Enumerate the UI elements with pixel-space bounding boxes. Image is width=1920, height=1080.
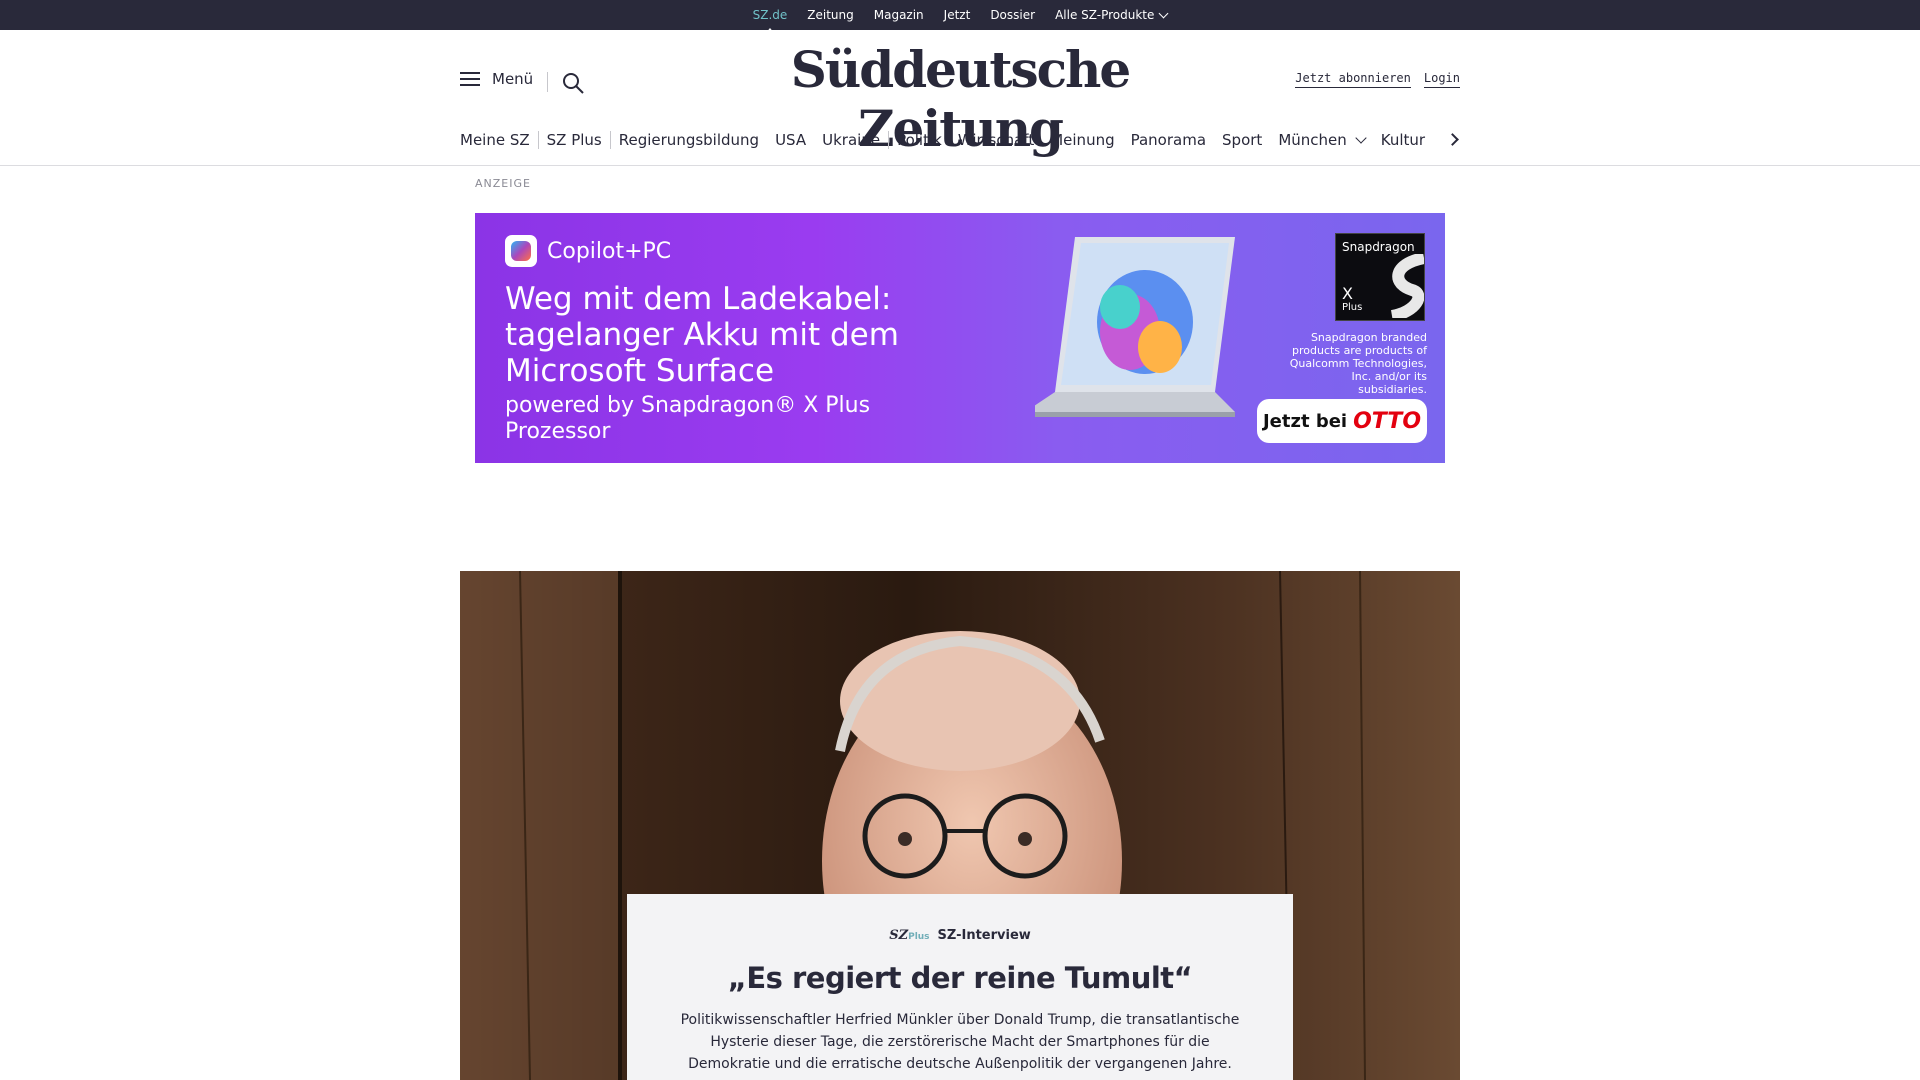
sz-plus-badge-brand: SZ xyxy=(889,928,909,943)
section-sz-plus[interactable]: SZ Plus xyxy=(539,131,610,149)
product-link-jetzt[interactable]: Jetzt xyxy=(944,8,971,22)
laptop-image xyxy=(1035,237,1235,417)
otto-cta-prefix: Jetzt bei xyxy=(1262,410,1348,432)
snapdragon-disclaimer: Snapdragon branded products are products… xyxy=(1289,331,1427,396)
snapdragon-logo-icon xyxy=(1390,254,1424,318)
snapdragon-plus: Plus xyxy=(1342,302,1363,313)
snapdragon-title: Snapdragon xyxy=(1342,240,1415,254)
ad-brand: Copilot+PC xyxy=(505,235,671,267)
menu-label: Menü xyxy=(492,70,534,88)
product-nav: SZ.de Zeitung Magazin Jetzt Dossier Alle… xyxy=(0,0,1920,34)
section-wirtschaft[interactable]: Wirtschaft xyxy=(950,131,1042,149)
section-sport[interactable]: Sport xyxy=(1214,131,1270,149)
otto-cta-button[interactable]: Jetzt bei OTTO xyxy=(1257,399,1427,443)
section-politik[interactable]: Politik xyxy=(889,131,950,149)
article-kicker-label: SZ-Interview xyxy=(937,928,1031,943)
ad-subline: powered by Snapdragon® X Plus Prozessor xyxy=(505,393,871,444)
section-meine-sz[interactable]: Meine SZ xyxy=(460,131,538,149)
all-products-dropdown[interactable]: Alle SZ-Produkte xyxy=(1055,8,1169,22)
chevron-right-icon[interactable] xyxy=(1446,131,1464,149)
article-teaser-card[interactable]: SZPlus SZ-Interview „Es regiert der rein… xyxy=(627,894,1293,1080)
account-links: Jetzt abonnieren Login xyxy=(1295,71,1460,88)
hamburger-icon xyxy=(460,71,480,87)
header-divider-line xyxy=(0,165,1920,166)
article-headline[interactable]: „Es regiert der reine Tumult“ xyxy=(627,961,1293,995)
header-divider xyxy=(547,72,548,92)
otto-logo: OTTO xyxy=(1353,408,1422,434)
sz-plus-badge-plus: Plus xyxy=(908,932,930,942)
section-kultur[interactable]: Kultur xyxy=(1373,131,1433,149)
ad-brand-label: Copilot+PC xyxy=(547,238,672,264)
section-regierungsbildung[interactable]: Regierungsbildung xyxy=(611,131,767,149)
copilot-icon xyxy=(505,235,537,267)
article-teaser-text: Politikwissenschaftler Herfried Münkler … xyxy=(680,1012,1240,1072)
ad-headline: Weg mit dem Ladekabel: tagelanger Akku m… xyxy=(505,281,899,389)
product-link-magazin[interactable]: Magazin xyxy=(874,8,924,22)
snapdragon-badge: Snapdragon X Plus xyxy=(1335,233,1425,321)
product-link-szde[interactable]: SZ.de xyxy=(753,8,787,34)
subscribe-link[interactable]: Jetzt abonnieren xyxy=(1295,71,1411,88)
chevron-down-icon xyxy=(1158,8,1169,19)
top-product-bar: SZ.de Zeitung Magazin Jetzt Dossier Alle… xyxy=(0,0,1920,34)
section-nav: Meine SZ SZ Plus Regierungsbildung USA U… xyxy=(460,129,1460,151)
section-panorama[interactable]: Panorama xyxy=(1123,131,1214,149)
product-link-zeitung[interactable]: Zeitung xyxy=(807,8,853,22)
menu-button[interactable]: Menü xyxy=(460,70,533,88)
section-usa[interactable]: USA xyxy=(767,131,814,149)
article-kicker: SZPlus SZ-Interview xyxy=(627,928,1293,943)
ad-label: ANZEIGE xyxy=(475,177,531,190)
sz-plus-badge: SZPlus xyxy=(889,928,929,943)
product-link-dossier[interactable]: Dossier xyxy=(990,8,1035,22)
ad-banner[interactable]: Copilot+PC Weg mit dem Ladekabel: tagela… xyxy=(475,213,1445,463)
section-meinung[interactable]: Meinung xyxy=(1042,131,1122,149)
snapdragon-x: X xyxy=(1342,284,1353,303)
login-link[interactable]: Login xyxy=(1423,71,1460,88)
search-icon[interactable] xyxy=(562,72,584,94)
all-products-label: Alle SZ-Produkte xyxy=(1055,8,1155,22)
section-ukraine[interactable]: Ukraine xyxy=(814,131,888,149)
section-muenchen[interactable]: München xyxy=(1270,131,1372,149)
